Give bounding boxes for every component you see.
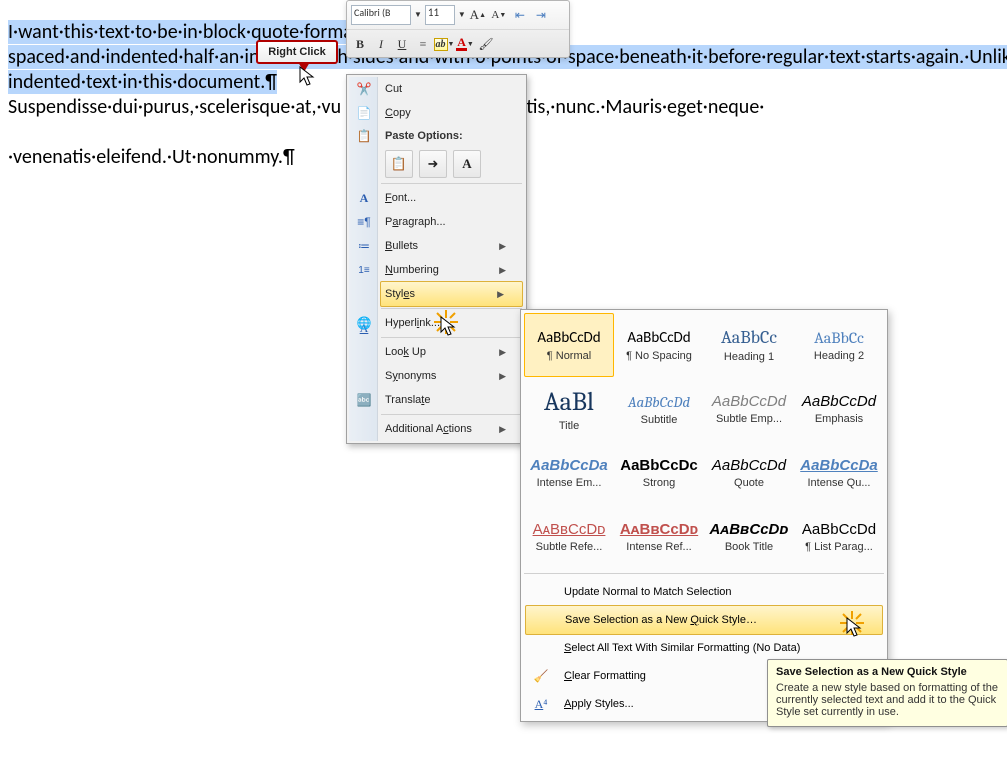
highlight-color-button[interactable]: ab▼ xyxy=(435,34,453,54)
align-center-button[interactable]: ≡ xyxy=(414,34,432,54)
font-icon: A xyxy=(354,188,374,208)
context-menu: ✂️ Cut 📄 Copy 📋 Paste Options: 📋 ➜ A A F… xyxy=(346,74,527,444)
paragraph-3[interactable]: ·venenatis·eleifend.·Ut·nonummy.¶ xyxy=(8,145,295,169)
clear-formatting-icon: 🧹 xyxy=(530,666,552,686)
menu-styles[interactable]: Styles▶ xyxy=(380,281,523,307)
menu-bullets[interactable]: ≔ Bullets▶ xyxy=(349,234,524,258)
style-emphasis[interactable]: AaBbCcDdEmphasis xyxy=(794,377,884,441)
clipboard-icon: 📋 xyxy=(354,126,374,146)
style-subtle-refe-[interactable]: AᴀBʙCᴄDᴅSubtle Refe... xyxy=(524,505,614,569)
style-intense-ref-[interactable]: AᴀBʙCᴄDᴅIntense Ref... xyxy=(614,505,704,569)
menu-lookup[interactable]: Look Up▶ xyxy=(349,340,524,364)
bold-button[interactable]: B xyxy=(351,34,369,54)
style-book-title[interactable]: AᴀBʙCᴄDᴅBook Title xyxy=(704,505,794,569)
font-name-combo[interactable]: Calibri (B xyxy=(351,5,411,25)
copy-icon: 📄 xyxy=(354,103,374,123)
select-similar-formatting-action[interactable]: Select All Text With Similar Formatting … xyxy=(524,634,884,662)
styles-grid: AaBbCcDd¶ NormalAaBbCcDd¶ No SpacingAaBb… xyxy=(524,313,884,569)
save-new-quick-style-action[interactable]: Save Selection as a New Quick Style… xyxy=(525,605,883,635)
font-size-combo[interactable]: 11 xyxy=(425,5,455,25)
menu-numbering[interactable]: 1≡ Numbering▶ xyxy=(349,258,524,282)
paste-keep-source-button[interactable]: 📋 xyxy=(385,150,413,178)
paste-text-only-button[interactable]: A xyxy=(453,150,481,178)
update-normal-action[interactable]: Update Normal to Match Selection xyxy=(524,578,884,606)
paragraph-icon: ≡¶ xyxy=(354,212,374,232)
right-click-callout: Right Click xyxy=(256,40,338,64)
translate-icon: 🔤 xyxy=(354,390,374,410)
style-subtitle[interactable]: AaBbCcDdSubtitle xyxy=(614,377,704,441)
format-painter-button[interactable]: 🖌 xyxy=(477,34,495,54)
numbering-icon: 1≡ xyxy=(354,260,374,280)
bullets-icon: ≔ xyxy=(354,236,374,256)
increase-indent-button[interactable]: ⇥ xyxy=(532,5,550,25)
style-intense-qu-[interactable]: AaBbCcDaIntense Qu... xyxy=(794,441,884,505)
style--list-parag-[interactable]: AaBbCcDd¶ List Parag... xyxy=(794,505,884,569)
hyperlink-icon: 🌐 xyxy=(354,313,374,333)
decrease-indent-button[interactable]: ⇤ xyxy=(511,5,529,25)
menu-synonyms[interactable]: Synonyms▶ xyxy=(349,364,524,388)
style-subtle-emp-[interactable]: AaBbCcDdSubtle Emp... xyxy=(704,377,794,441)
menu-additional-actions[interactable]: Additional Actions▶ xyxy=(349,417,524,441)
mini-toolbar: Calibri (B▼ 11▼ A▲ A▼ ⇤ ⇥ B I U ≡ ab▼ A▼… xyxy=(346,0,570,58)
paste-merge-button[interactable]: ➜ xyxy=(419,150,447,178)
tooltip-title: Save Selection as a New Quick Style xyxy=(776,666,999,678)
tooltip-body: Create a new style based on formatting o… xyxy=(776,682,999,718)
italic-button[interactable]: I xyxy=(372,34,390,54)
menu-copy[interactable]: 📄 Copy xyxy=(349,101,524,125)
style-heading-2[interactable]: AaBbCcHeading 2 xyxy=(794,313,884,377)
style-title[interactable]: AaBlTitle xyxy=(524,377,614,441)
paste-options-row: 📋 ➜ A xyxy=(349,147,524,181)
style-intense-em-[interactable]: AaBbCcDaIntense Em... xyxy=(524,441,614,505)
menu-font[interactable]: A Font... xyxy=(349,186,524,210)
font-color-button[interactable]: A▼ xyxy=(456,34,474,54)
apply-styles-icon: A⁴ xyxy=(530,694,552,714)
style--no-spacing[interactable]: AaBbCcDd¶ No Spacing xyxy=(614,313,704,377)
menu-translate[interactable]: 🔤 Translate xyxy=(349,388,524,412)
menu-hyperlink[interactable]: 🌐 Hyperlink... xyxy=(349,311,524,335)
tooltip: Save Selection as a New Quick Style Crea… xyxy=(767,659,1007,727)
paragraph-2b[interactable]: ·mattis,·nunc.·Mauris·eget·neque· xyxy=(490,95,764,119)
grow-font-button[interactable]: A▲ xyxy=(469,5,487,25)
style-heading-1[interactable]: AaBbCcHeading 1 xyxy=(704,313,794,377)
shrink-font-button[interactable]: A▼ xyxy=(490,5,508,25)
menu-paste-options-header: 📋 Paste Options: xyxy=(349,125,524,147)
style-strong[interactable]: AaBbCcDcStrong xyxy=(614,441,704,505)
style-quote[interactable]: AaBbCcDdQuote xyxy=(704,441,794,505)
menu-paragraph[interactable]: ≡¶ Paragraph... xyxy=(349,210,524,234)
menu-cut[interactable]: ✂️ Cut xyxy=(349,77,524,101)
paragraph-2a[interactable]: Suspendisse·dui·purus,·scelerisque·at,·v… xyxy=(8,95,341,119)
underline-button[interactable]: U xyxy=(393,34,411,54)
style--normal[interactable]: AaBbCcDd¶ Normal xyxy=(524,313,614,377)
scissors-icon: ✂️ xyxy=(354,79,374,99)
